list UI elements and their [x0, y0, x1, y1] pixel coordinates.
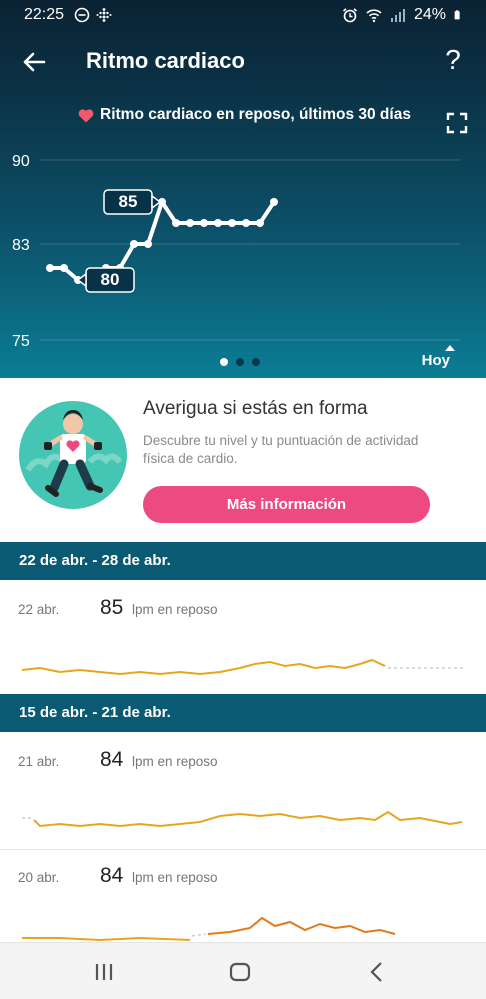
day-sparkline [21, 658, 466, 676]
chart-caption-text: Ritmo cardiaco en reposo, últimos 30 día… [100, 106, 411, 123]
battery-percent: 24% [413, 6, 446, 23]
expand-icon[interactable] [446, 112, 468, 134]
day-card[interactable]: 20 abr. 84 lpm en reposo [0, 850, 486, 942]
resting-heart-rate-chart: 90 83 75 85 80 [12, 153, 460, 350]
day-date: 22 abr. [18, 602, 60, 617]
runner-illustration-icon [19, 401, 127, 509]
y-tick-label: 90 [12, 153, 30, 170]
back-arrow-icon[interactable] [18, 46, 50, 78]
min-value-label: 80 [101, 270, 120, 289]
data-point [200, 219, 208, 227]
data-point [214, 219, 222, 227]
y-tick-label: 83 [12, 237, 30, 254]
day-sparkline [22, 916, 396, 942]
back-nav-icon[interactable] [360, 955, 394, 989]
page-dot-2[interactable] [236, 358, 244, 366]
page-dot-3[interactable] [252, 358, 260, 366]
data-point [130, 240, 138, 248]
day-resting-value: 84 [100, 748, 124, 771]
page-dot-1[interactable] [220, 358, 228, 366]
data-point [46, 264, 54, 272]
data-point [270, 198, 278, 206]
day-sparkline [22, 810, 463, 828]
data-point [60, 264, 68, 272]
promo-title: Averigua si estás en forma [143, 398, 368, 419]
day-card[interactable]: 21 abr. 84 lpm en reposo [0, 732, 486, 850]
data-point [228, 219, 236, 227]
signal-icon [390, 9, 405, 22]
fitness-promo-card: Averigua si estás en forma Descubre tu n… [0, 378, 486, 542]
data-point [186, 219, 194, 227]
min-value-label-pointer [76, 272, 87, 288]
wifi-icon [366, 9, 382, 23]
series-line [50, 200, 276, 282]
day-date: 21 abr. [18, 754, 60, 769]
day-resting-value: 84 [100, 864, 124, 887]
battery-icon [454, 10, 460, 20]
day-resting-value: 85 [100, 596, 124, 619]
day-unit-label: lpm en reposo [132, 754, 218, 769]
help-button[interactable]: ? [438, 44, 468, 76]
promo-description: Descubre tu nivel y tu puntuación de act… [143, 433, 419, 466]
home-icon[interactable] [223, 955, 257, 989]
day-unit-label: lpm en reposo [132, 602, 218, 617]
heart-icon [78, 108, 94, 122]
week-header: 15 de abr. - 21 de abr. [0, 694, 486, 732]
status-bar: 22:25 24% [0, 0, 486, 30]
heart-rate-header: 22:25 24% Ritmo cardiaco ? Ritmo cardiac… [0, 0, 486, 378]
day-unit-label: lpm en reposo [132, 870, 218, 885]
data-point [256, 219, 264, 227]
status-time: 22:25 [24, 6, 65, 23]
more-info-button[interactable]: Más información [143, 486, 430, 523]
week-header: 22 de abr. - 28 de abr. [0, 542, 486, 580]
y-tick-label: 75 [12, 333, 30, 350]
system-navigation-bar [0, 942, 486, 999]
fitbit-icon [96, 8, 112, 22]
page-indicator [220, 358, 260, 366]
max-value-label: 85 [119, 192, 138, 211]
data-point [172, 219, 180, 227]
today-label: Hoy [421, 352, 450, 369]
day-card[interactable]: 22 abr. 85 lpm en reposo [0, 580, 486, 694]
alarm-icon [342, 8, 357, 23]
data-point [144, 240, 152, 248]
app-bar: Ritmo cardiaco ? [0, 30, 486, 92]
page-title: Ritmo cardiaco [86, 48, 245, 73]
today-marker-icon [445, 345, 455, 351]
chart-caption: Ritmo cardiaco en reposo, últimos 30 día… [78, 106, 411, 124]
do-not-disturb-icon [74, 7, 90, 23]
data-point [242, 219, 250, 227]
recent-apps-icon[interactable] [87, 955, 121, 989]
day-date: 20 abr. [18, 870, 60, 885]
